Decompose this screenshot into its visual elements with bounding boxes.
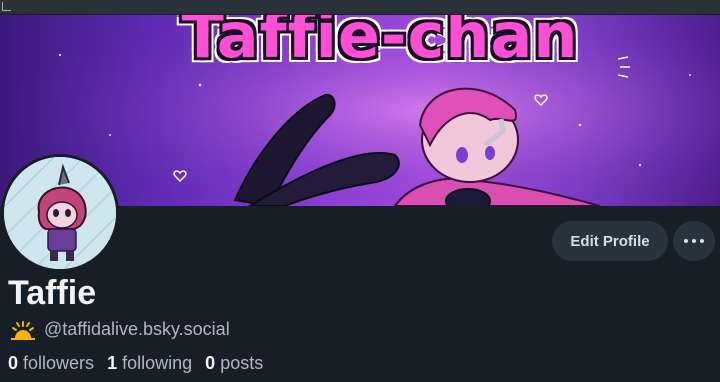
banner-title-text: Taffie-chan [181, 15, 579, 72]
posts-count: 0 [205, 353, 216, 373]
avatar-image [4, 157, 116, 269]
browser-top-strip [0, 0, 720, 15]
profile-avatar[interactable] [1, 154, 119, 272]
corner-mark-icon [2, 2, 11, 11]
profile-handle: @taffidalive.bsky.social [44, 319, 230, 339]
profile-banner[interactable]: Taffie-chan [0, 15, 720, 206]
display-name: Taffie [8, 274, 97, 312]
following-count: 1 [107, 353, 118, 373]
more-options-icon [684, 239, 688, 243]
followers-link[interactable]: 0 followers [8, 353, 94, 373]
edit-profile-button[interactable]: Edit Profile [552, 221, 668, 261]
followers-label: followers [23, 353, 95, 373]
following-link[interactable]: 1 following [107, 353, 192, 373]
posts-stat: 0 posts [205, 353, 263, 373]
more-options-icon-dot [700, 239, 704, 243]
following-label: following [122, 353, 193, 373]
sun-emoji-icon [11, 320, 35, 340]
followers-count: 0 [8, 353, 19, 373]
posts-label: posts [220, 353, 264, 373]
more-options-button[interactable] [673, 221, 715, 261]
more-options-icon-dot [692, 239, 696, 243]
handle-row: @taffidalive.bsky.social [10, 319, 230, 340]
profile-stats: 0 followers 1 following 0 posts [8, 353, 263, 374]
